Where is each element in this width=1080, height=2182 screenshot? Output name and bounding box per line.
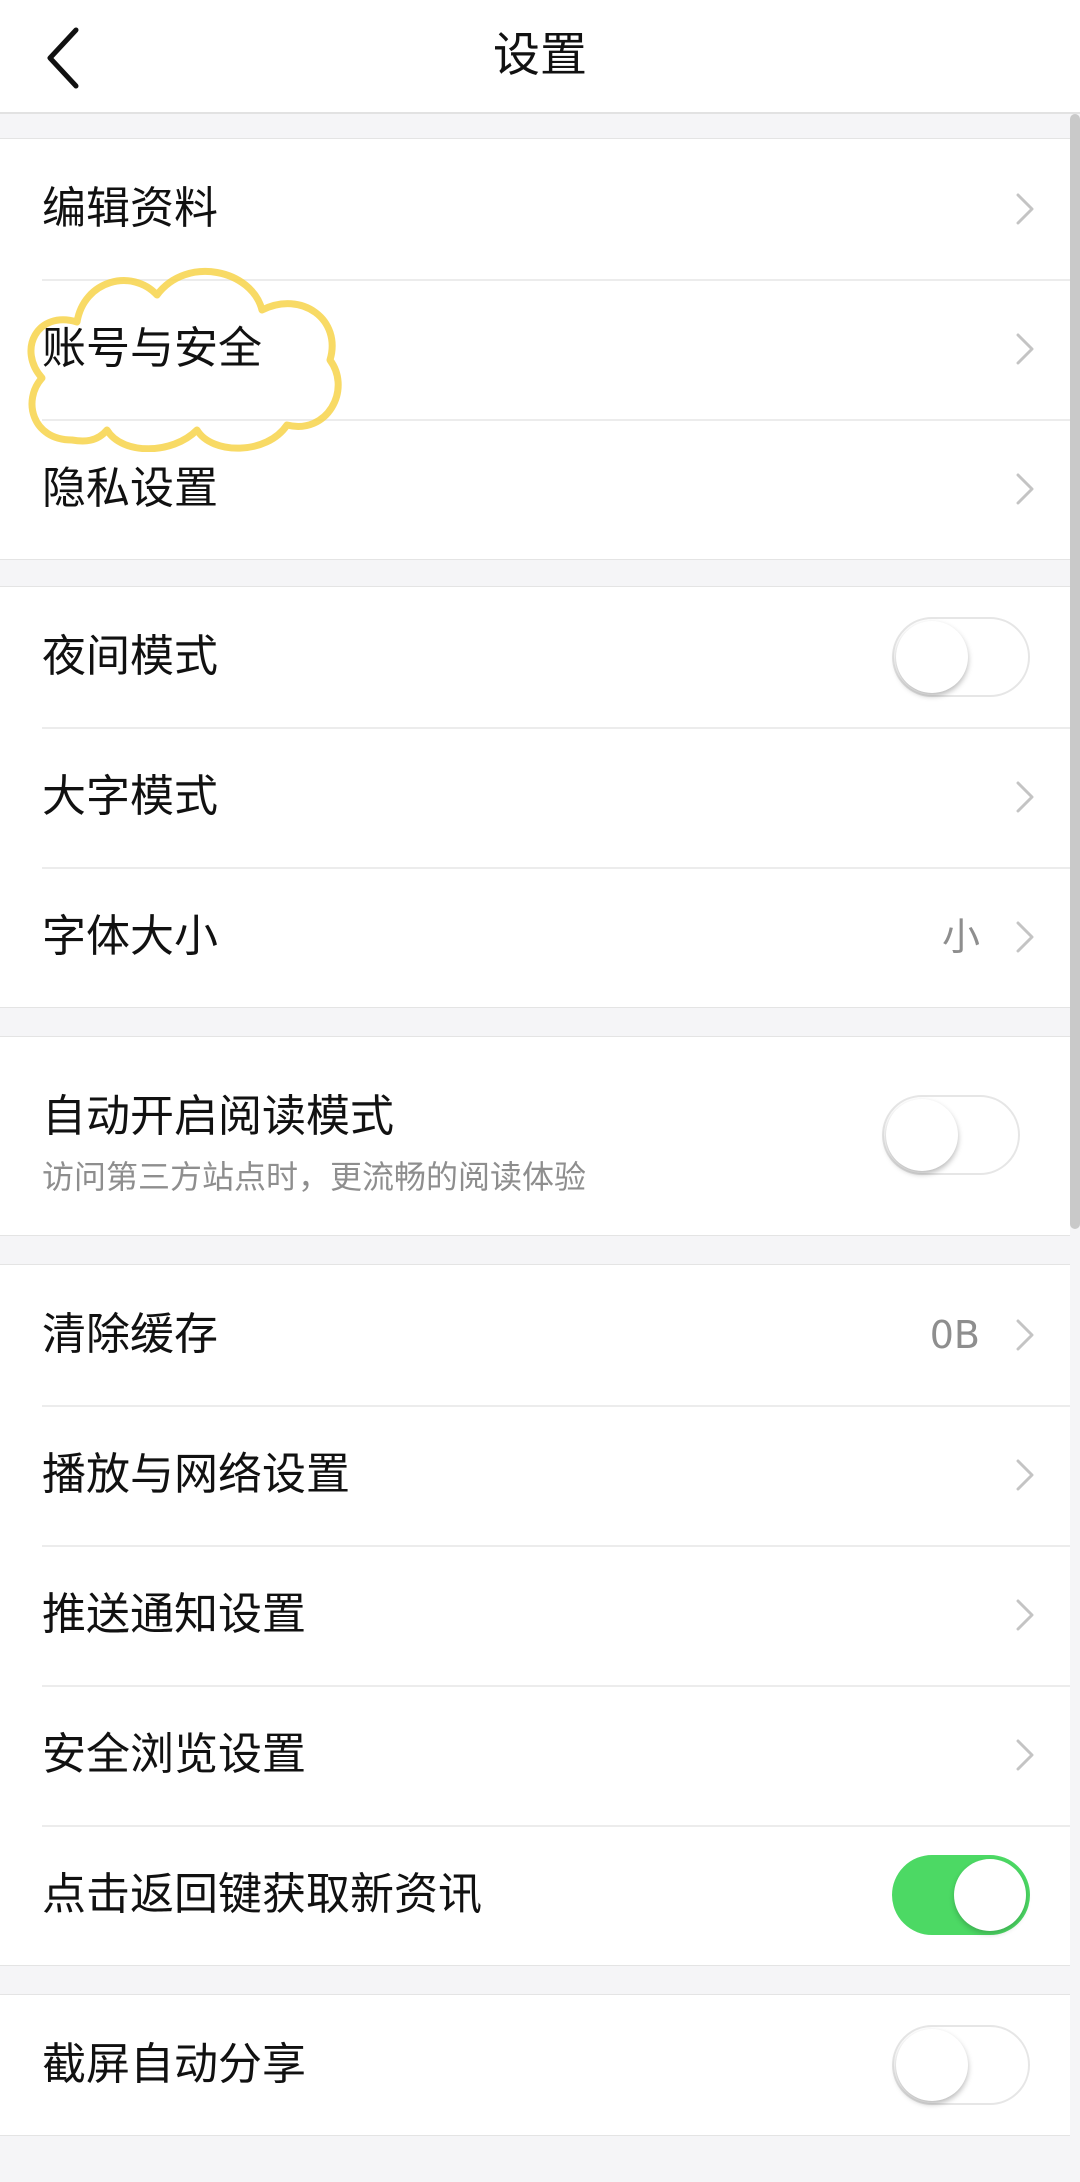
settings-row-push-notifications[interactable]: 推送通知设置 — [0, 1545, 1070, 1685]
chevron-right-icon — [1016, 1599, 1034, 1631]
page-title: 设置 — [493, 28, 587, 83]
screenshot-share-toggle[interactable] — [892, 2025, 1030, 2105]
chevron-right-icon — [1016, 473, 1034, 505]
settings-row-privacy[interactable]: 隐私设置 — [0, 419, 1070, 559]
settings-row-font-size[interactable]: 字体大小 小 — [0, 867, 1070, 1007]
chevron-right-icon — [1016, 781, 1034, 813]
row-value: 小 — [941, 915, 980, 959]
back-key-refresh-toggle[interactable] — [892, 1855, 1030, 1935]
row-label: 推送通知设置 — [42, 1589, 306, 1640]
settings-screen: 设置 编辑资料 账号与安全 隐私设置 夜间模式 大字模式 字体大小 小 自动开启… — [0, 0, 1080, 2182]
row-label: 编辑资料 — [42, 183, 218, 234]
chevron-right-icon — [1016, 921, 1034, 953]
settings-group-profile: 编辑资料 账号与安全 隐私设置 — [0, 138, 1070, 560]
settings-row-safe-browsing[interactable]: 安全浏览设置 — [0, 1685, 1070, 1825]
settings-group-reading: 自动开启阅读模式 访问第三方站点时，更流畅的阅读体验 — [0, 1036, 1070, 1236]
settings-group-share: 截屏自动分享 — [0, 1994, 1070, 2136]
row-label: 大字模式 — [42, 771, 218, 822]
chevron-right-icon — [1016, 1459, 1034, 1491]
row-label: 夜间模式 — [42, 631, 218, 682]
row-value: 0B — [929, 1313, 980, 1357]
settings-row-clear-cache[interactable]: 清除缓存 0B — [0, 1265, 1070, 1405]
night-mode-toggle[interactable] — [892, 617, 1030, 697]
top-bar: 设置 — [0, 0, 1080, 114]
row-label: 清除缓存 — [42, 1309, 218, 1360]
settings-row-screenshot-share: 截屏自动分享 — [0, 1995, 1070, 2135]
toggle-knob — [896, 621, 968, 693]
settings-row-night-mode: 夜间模式 — [0, 587, 1070, 727]
scroll-indicator[interactable] — [1070, 114, 1080, 1229]
row-label: 播放与网络设置 — [42, 1449, 350, 1500]
chevron-right-icon — [1016, 333, 1034, 365]
row-label: 自动开启阅读模式 — [42, 1091, 394, 1142]
row-label: 截屏自动分享 — [42, 2039, 306, 2090]
settings-row-playback-network[interactable]: 播放与网络设置 — [0, 1405, 1070, 1545]
toggle-knob — [886, 1099, 958, 1171]
row-label: 字体大小 — [42, 911, 218, 962]
settings-row-back-key-refresh: 点击返回键获取新资讯 — [0, 1825, 1070, 1965]
auto-reading-mode-toggle[interactable] — [882, 1095, 1020, 1175]
row-label: 安全浏览设置 — [42, 1729, 306, 1780]
toggle-knob — [954, 1859, 1026, 1931]
row-label: 隐私设置 — [42, 463, 218, 514]
toggle-knob — [896, 2029, 968, 2101]
row-label: 点击返回键获取新资讯 — [42, 1869, 482, 1920]
settings-row-auto-reading-mode: 自动开启阅读模式 访问第三方站点时，更流畅的阅读体验 — [0, 1037, 1070, 1235]
chevron-right-icon — [1016, 193, 1034, 225]
settings-group-display: 夜间模式 大字模式 字体大小 小 — [0, 586, 1070, 1008]
settings-row-large-text[interactable]: 大字模式 — [0, 727, 1070, 867]
row-sublabel: 访问第三方站点时，更流畅的阅读体验 — [42, 1158, 587, 1196]
chevron-right-icon — [1016, 1739, 1034, 1771]
settings-group-general: 清除缓存 0B 播放与网络设置 推送通知设置 安全浏览设置 点击返回键获取新资讯 — [0, 1264, 1070, 1966]
settings-row-edit-profile[interactable]: 编辑资料 — [0, 139, 1070, 279]
chevron-right-icon — [1016, 1319, 1034, 1351]
row-label: 账号与安全 — [42, 323, 262, 374]
settings-row-account-security[interactable]: 账号与安全 — [0, 279, 1070, 419]
